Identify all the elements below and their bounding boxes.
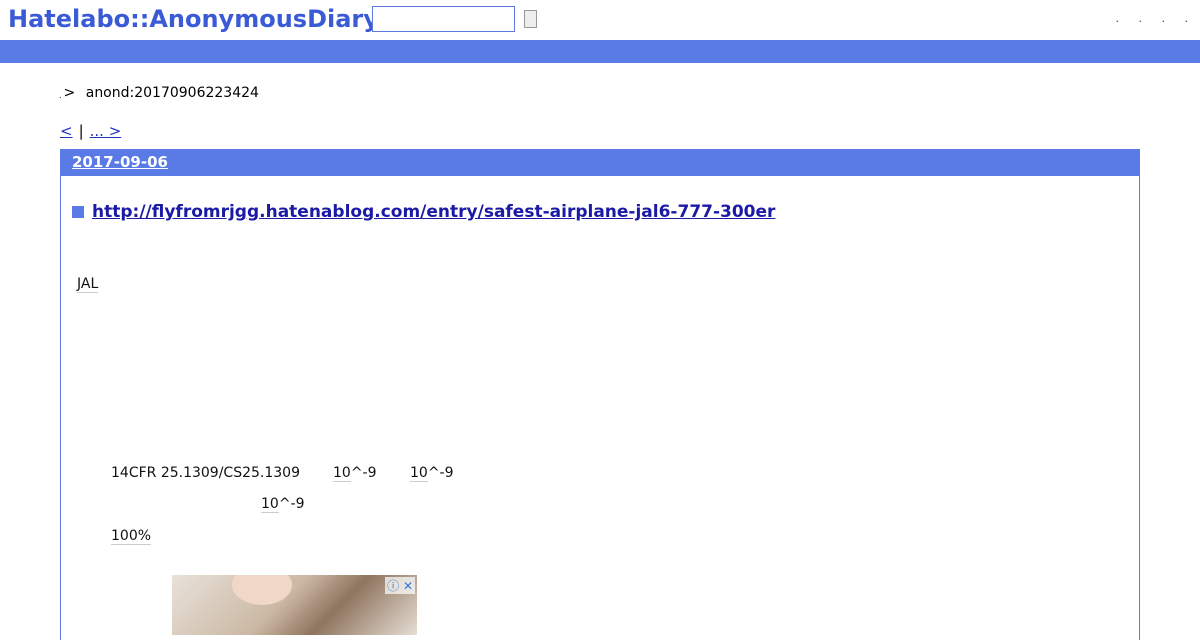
search-button[interactable]: [524, 10, 537, 28]
entry-text: ^-9: [350, 465, 377, 481]
search-input[interactable]: [372, 6, 515, 32]
prev-link[interactable]: <: [60, 122, 73, 140]
top-links: . . . .: [1100, 12, 1189, 25]
entry-text: ^-9: [278, 496, 305, 512]
entry-line: 10^-9: [410, 465, 454, 482]
top-link-2[interactable]: .: [1139, 12, 1143, 25]
header-bar: [0, 40, 1200, 63]
breadcrumb-home[interactable]: .: [59, 91, 62, 100]
entry-line: 10^-9: [333, 465, 377, 482]
breadcrumb-separator: >: [63, 85, 76, 101]
pager-separator: |: [78, 122, 84, 140]
keyword-link[interactable]: 10: [261, 496, 279, 513]
top-link-1[interactable]: .: [1116, 12, 1120, 25]
keyword-link[interactable]: 10: [333, 465, 351, 482]
day-section: 2017-09-06 http://flyfromrjgg.hatenablog…: [60, 149, 1140, 640]
site-header: Hatelabo::AnonymousDiary . . . .: [0, 0, 1200, 40]
pager: < | ... >: [60, 122, 121, 140]
keyword-link[interactable]: JAL: [77, 276, 99, 293]
day-date-link[interactable]: 2017-09-06: [72, 153, 168, 171]
breadcrumb: . > anond:20170906223424: [59, 85, 259, 101]
top-link-4[interactable]: .: [1185, 12, 1189, 25]
entry-line: 10^-9: [261, 496, 305, 513]
entry-text: ^-9: [427, 465, 454, 481]
entry-title: http://flyfromrjgg.hatenablog.com/entry/…: [72, 202, 775, 222]
top-link-3[interactable]: .: [1162, 12, 1166, 25]
entry-line: 100%: [111, 528, 152, 545]
entry-title-link[interactable]: http://flyfromrjgg.hatenablog.com/entry/…: [92, 202, 775, 222]
next-link[interactable]: ... >: [90, 122, 122, 140]
ad-info-close-icon[interactable]: ⓘ ✕: [385, 577, 415, 594]
keyword-link[interactable]: 100%: [111, 528, 152, 545]
keyword-link[interactable]: 10: [410, 465, 428, 482]
entry-paragraph: JAL: [77, 276, 99, 293]
site-logo[interactable]: Hatelabo::AnonymousDiary: [8, 5, 379, 33]
ad-image: [232, 575, 292, 605]
breadcrumb-current: anond:20170906223424: [85, 85, 259, 101]
advertisement[interactable]: ⓘ ✕: [172, 575, 417, 635]
entry-line: 14CFR 25.1309/CS25.1309: [111, 465, 300, 481]
day-header: 2017-09-06: [61, 150, 1139, 176]
entry-bullet-icon: [72, 206, 84, 218]
entry-text: 14CFR 25.1309/CS25.1309: [111, 465, 300, 481]
